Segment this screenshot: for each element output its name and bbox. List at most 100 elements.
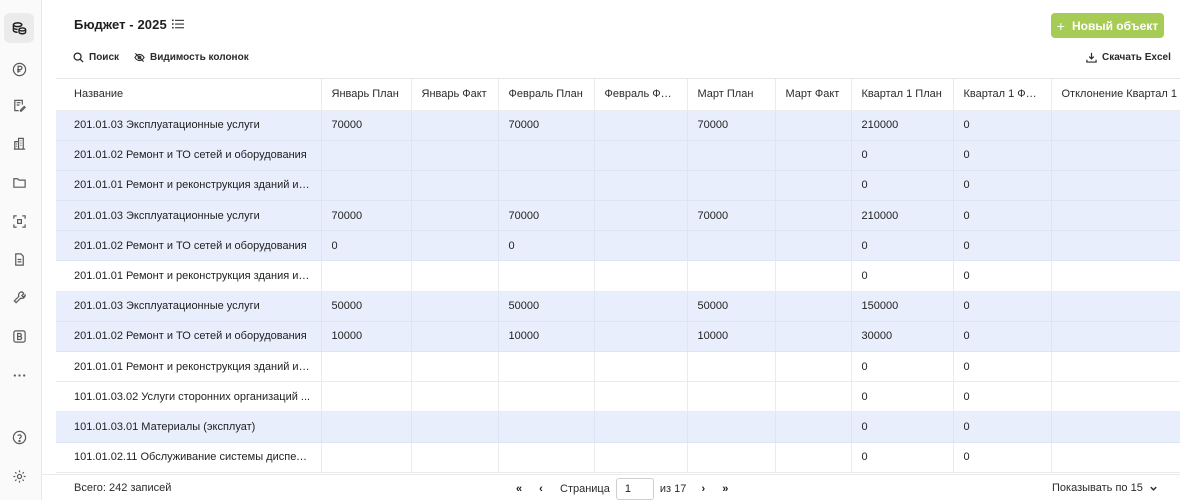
table-cell	[320, 381, 411, 413]
table-cell: 50000	[320, 291, 411, 322]
table-cell	[410, 200, 498, 232]
table-cell	[593, 381, 687, 413]
table-cell	[497, 351, 594, 383]
column-header[interactable]: Февраль Факт	[593, 79, 687, 111]
row-name-cell: 201.01.02 Ремонт и ТО сетей и оборудован…	[56, 140, 321, 171]
table-row[interactable]: 201.01.02 Ремонт и ТО сетей и оборудован…	[56, 230, 1180, 262]
table-row[interactable]: 201.01.03 Эксплуатационные услуги 70000 70…	[56, 200, 1180, 232]
column-header[interactable]: Квартал 1 План	[850, 79, 953, 111]
table-row[interactable]: 201.01.01 Ремонт и реконструкция зданий …	[56, 351, 1180, 383]
table-row[interactable]: 201.01.02 Ремонт и ТО сетей и оборудован…	[56, 321, 1180, 353]
sidebar-item-scan[interactable]	[4, 206, 34, 236]
last-page-button[interactable]: »	[714, 479, 736, 499]
page-count: из 17	[659, 483, 687, 495]
table-cell: 0	[952, 260, 1051, 292]
table-cell	[1050, 291, 1180, 322]
first-page-button[interactable]: «	[508, 479, 530, 499]
table-cell: 10000	[320, 321, 411, 353]
table-cell: 70000	[686, 200, 775, 232]
table-cell: 0	[952, 411, 1051, 443]
table-header-row: Название Январь План Январь Факт Февраль Пл…	[56, 79, 1180, 111]
table-body: 201.01.03 Эксплуатационные услуги 70000 70…	[56, 110, 1180, 473]
table-row[interactable]: 201.01.03 Эксплуатационные услуги 50000 50…	[56, 291, 1180, 322]
table-cell: 0	[952, 442, 1051, 473]
table-cell	[320, 442, 411, 473]
table-cell	[1050, 260, 1180, 292]
column-header[interactable]: Январь Факт	[410, 79, 498, 111]
column-header[interactable]: Март План	[686, 79, 775, 111]
page-size-label: Показывать по 15	[1052, 482, 1143, 494]
table-cell: 0	[952, 170, 1051, 202]
table-cell: 0	[952, 230, 1051, 262]
table-cell: 70000	[497, 200, 594, 232]
column-header[interactable]: Квартал 1 Факт	[952, 79, 1051, 111]
sidebar-item-documents-edit[interactable]	[4, 90, 34, 120]
table-cell	[686, 411, 775, 443]
table-cell	[410, 381, 498, 413]
document-edit-icon	[13, 99, 26, 112]
row-name-cell: 201.01.01 Ремонт и реконструкция здания …	[56, 260, 321, 292]
app-root: Бюджет - 2025 + Новый объект Поиск Видим…	[0, 0, 1180, 500]
column-header[interactable]: Название	[56, 79, 321, 111]
chevron-down-icon	[1150, 486, 1157, 491]
table-cell	[774, 110, 851, 141]
page-title: Бюджет - 2025	[74, 17, 167, 32]
table-row[interactable]: 201.01.01 Ремонт и реконструкция здания …	[56, 260, 1180, 292]
download-excel-label: Скачать Excel	[1102, 52, 1171, 63]
table-cell	[410, 321, 498, 353]
table-row[interactable]: 201.01.03 Эксплуатационные услуги 70000 70…	[56, 110, 1180, 141]
table-cell	[1050, 351, 1180, 383]
total-records: Всего: 242 записей	[74, 482, 172, 494]
prev-page-button[interactable]: ‹	[530, 479, 552, 499]
table-row[interactable]: 201.01.01 Ремонт и реконструкция зданий …	[56, 170, 1180, 202]
table-cell: 30000	[850, 321, 953, 353]
sidebar-item-document[interactable]	[4, 244, 34, 274]
sidebar-item-help[interactable]	[4, 422, 34, 452]
table-row[interactable]: 101.01.03.01 Материалы (эксплуат) 0 0	[56, 411, 1180, 443]
table-cell	[1050, 110, 1180, 141]
table-cell: 0	[952, 200, 1051, 232]
budget-table-container[interactable]: Название Январь План Январь Факт Февраль Пл…	[56, 78, 1180, 473]
column-visibility-button[interactable]: Видимость колонок	[134, 52, 249, 63]
table-cell	[320, 411, 411, 443]
sidebar-item-more[interactable]	[4, 360, 34, 390]
folder-icon	[12, 177, 26, 188]
table-cell	[497, 140, 594, 171]
sidebar-item-budget[interactable]	[4, 13, 34, 43]
table-row[interactable]: 201.01.02 Ремонт и ТО сетей и оборудован…	[56, 140, 1180, 171]
table-cell: 50000	[686, 291, 775, 322]
column-header[interactable]: Отклонение Квартал 1	[1050, 79, 1180, 111]
column-header[interactable]: Январь План	[320, 79, 411, 111]
next-page-button[interactable]: ›	[692, 479, 714, 499]
sidebar-item-tools[interactable]	[4, 282, 34, 312]
table-cell	[593, 291, 687, 322]
table-cell: 10000	[686, 321, 775, 353]
search-label: Поиск	[89, 52, 120, 63]
table-cell	[1050, 170, 1180, 202]
new-object-button[interactable]: + Новый объект	[1051, 13, 1164, 38]
sidebar-item-settings[interactable]	[4, 461, 34, 491]
download-excel-button[interactable]: Скачать Excel	[1086, 52, 1171, 63]
sidebar-item-finance[interactable]	[4, 54, 34, 84]
row-name-cell: 201.01.02 Ремонт и ТО сетей и оборудован…	[56, 321, 321, 353]
scan-frame-icon	[12, 214, 26, 228]
table-row[interactable]: 101.01.03.02 Услуги сторонних организаци…	[56, 381, 1180, 413]
sidebar-item-folders[interactable]	[4, 167, 34, 197]
sidebar-item-b[interactable]	[4, 321, 34, 351]
table-cell	[774, 442, 851, 473]
table-cell	[1050, 321, 1180, 353]
page-input[interactable]	[615, 478, 654, 500]
column-header[interactable]: Февраль План	[497, 79, 594, 111]
table-cell	[593, 140, 687, 171]
search-button[interactable]: Поиск	[73, 52, 119, 63]
row-name-cell: 101.01.02.11 Обслуживание системы диспет…	[56, 442, 321, 473]
column-header[interactable]: Март Факт	[774, 79, 851, 111]
table-cell	[593, 321, 687, 353]
row-name-cell: 201.01.02 Ремонт и ТО сетей и оборудован…	[56, 230, 321, 262]
list-view-icon[interactable]	[172, 18, 184, 30]
sidebar-item-buildings[interactable]	[4, 128, 34, 158]
download-icon	[1086, 52, 1097, 63]
row-name-cell: 101.01.03.01 Материалы (эксплуат)	[56, 411, 321, 443]
page-size-select[interactable]: Показывать по 15	[1052, 482, 1158, 494]
table-row[interactable]: 101.01.02.11 Обслуживание системы диспет…	[56, 442, 1180, 473]
